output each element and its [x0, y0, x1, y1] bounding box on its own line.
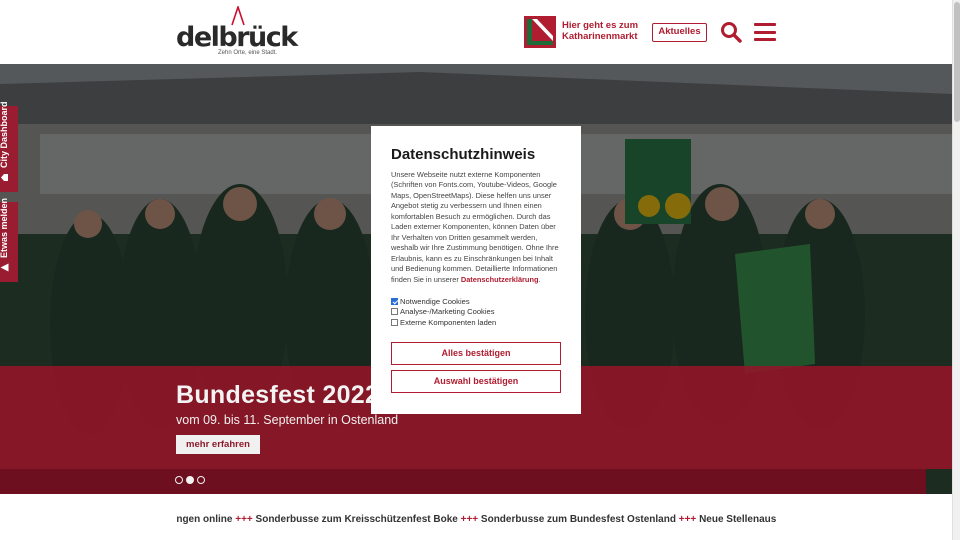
dialog-title: Datenschutzhinweis [391, 146, 536, 163]
city-dashboard-tab[interactable]: City Dashboard [0, 101, 18, 192]
slider-dot-active[interactable] [186, 476, 194, 484]
logo-tagline: Zehn Orte, eine Stadt. [218, 50, 278, 56]
necessary-cookies-checkbox[interactable] [391, 297, 398, 305]
slide-subtitle: vom 09. bis 11. September in Ostenland [176, 413, 399, 427]
scrollbar-thumb[interactable] [954, 2, 960, 122]
search-icon[interactable] [720, 21, 742, 43]
accept-selection-button[interactable]: Auswahl bestätigen [391, 370, 561, 393]
analytics-cookies-checkbox[interactable] [391, 308, 398, 316]
etwas-melden-tab[interactable]: Etwas melden [0, 198, 18, 282]
accept-all-button[interactable]: Alles bestätigen [391, 342, 561, 365]
slider-dot[interactable] [197, 476, 205, 484]
warning-icon [0, 263, 9, 272]
city-dashboard-label: City Dashboard [0, 101, 9, 168]
ticker-item[interactable]: ...ngen online [176, 514, 232, 525]
slider-dot[interactable] [175, 476, 183, 484]
aktuelles-button[interactable]: Aktuelles [652, 23, 707, 42]
dialog-text: Unsere Webseite nutzt externe Komponente… [391, 170, 559, 284]
site-header: delbrück Zehn Orte, eine Stadt. Hier geh… [0, 0, 952, 64]
delbrueck-logo[interactable]: delbrück Zehn Orte, eine Stadt. [176, 6, 298, 58]
news-ticker: ...ngen online +++ Sonderbusse zum Kreis… [176, 514, 776, 528]
logo-wordmark: delbrück [176, 22, 298, 53]
slide-title: Bundesfest 2022 [176, 381, 380, 409]
page-scrollbar[interactable] [952, 0, 960, 540]
cookie-options: Notwendige Cookies Analyse-/Marketing Co… [391, 296, 496, 328]
necessary-cookies-option[interactable]: Notwendige Cookies [391, 296, 496, 307]
privacy-policy-link[interactable]: Datenschutzerklärung [461, 275, 539, 284]
katharinenmarkt-flag-icon [524, 16, 556, 48]
katharinenmarkt-link[interactable]: Hier geht es zum Katharinenmarkt [524, 16, 644, 48]
promo-text: Hier geht es zum Katharinenmarkt [562, 20, 639, 42]
ticker-item[interactable]: Sonderbusse zum Kreisschützenfest Boke [256, 514, 458, 525]
ticker-item[interactable]: Sonderbusse zum Bundesfest Ostenland [481, 514, 676, 525]
analytics-cookies-option[interactable]: Analyse-/Marketing Cookies [391, 307, 496, 318]
hamburger-menu-icon[interactable] [754, 23, 776, 41]
ticker-item[interactable]: Neue Stellenausschreibungen [699, 514, 776, 525]
external-components-option[interactable]: Externe Komponenten laden [391, 317, 496, 328]
external-components-checkbox[interactable] [391, 318, 398, 326]
slider-dots [175, 476, 205, 484]
privacy-dialog: Datenschutzhinweis Unsere Webseite nutzt… [371, 126, 581, 414]
more-button[interactable]: mehr erfahren [176, 435, 260, 454]
etwas-melden-label: Etwas melden [0, 197, 9, 258]
dashboard-icon [1, 174, 8, 181]
